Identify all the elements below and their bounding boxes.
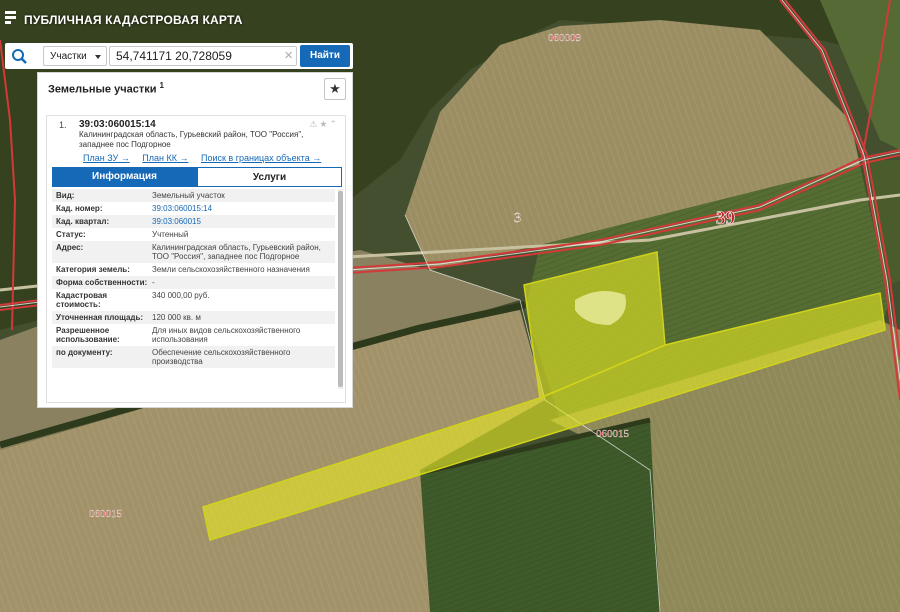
info-row-value: Обеспечение сельскохозяйственного произв… xyxy=(152,348,291,366)
search-in-bounds-link[interactable]: Поиск в границах объекта → xyxy=(201,153,321,163)
quarter-label-mid: 060015 xyxy=(596,428,630,440)
info-row-value: Учтенный xyxy=(152,230,189,239)
search-icon[interactable] xyxy=(5,43,35,69)
result-count: 1 xyxy=(159,81,164,90)
info-row-key: по документу: xyxy=(56,348,113,357)
info-row: Уточненная площадь: 120 000 кв. м xyxy=(52,311,335,324)
parcel-links: План ЗУ → План КК → Поиск в границах объ… xyxy=(83,153,331,163)
info-row-value: - xyxy=(152,278,155,287)
district-label: 3 xyxy=(514,211,521,226)
quarter-label-left: 060015 xyxy=(89,508,123,520)
top-bar: ПУБЛИЧНАЯ КАДАСТРОВАЯ КАРТА xyxy=(0,0,900,38)
info-row-value: Земельный участок xyxy=(152,191,225,200)
info-row-value: 340 000,00 руб. xyxy=(152,291,210,300)
star-outline-icon: ★ xyxy=(319,119,330,129)
info-row-key: Категория земель: xyxy=(56,265,130,274)
search-input[interactable] xyxy=(109,46,297,66)
info-row-value[interactable]: 39:03:060015:14 xyxy=(152,204,335,213)
info-row-key: Вид: xyxy=(56,191,75,200)
info-row-key: Уточненная площадь: xyxy=(56,313,144,322)
info-row-key: Кад. номер: xyxy=(56,204,103,213)
info-row: Адрес: Калининградская область, Гурьевски… xyxy=(52,241,335,263)
info-table: Вид: Земельный участок Кад. номер: 39:03:06… xyxy=(52,189,335,401)
info-row-key: Кад. квартал: xyxy=(56,217,110,226)
scrollbar-thumb[interactable] xyxy=(338,191,343,387)
tab-information[interactable]: Информация xyxy=(52,167,197,187)
clear-icon[interactable]: ✕ xyxy=(284,49,293,62)
results-panel: Земельные участки 1 ★ 1. 39:03:060015:14… xyxy=(37,72,353,408)
info-row: Кад. номер: 39:03:060015:14 xyxy=(52,202,335,215)
star-icon: ★ xyxy=(329,81,341,96)
app-title: ПУБЛИЧНАЯ КАДАСТРОВАЯ КАРТА xyxy=(24,13,243,27)
info-row: Разрешенное использование: Для иных видов… xyxy=(52,324,335,346)
plan-kk-link[interactable]: План КК → xyxy=(142,153,188,163)
parcel-card: 1. 39:03:060015:14 ⚠★⌃ Калининградская о… xyxy=(46,115,346,403)
card-action-icons[interactable]: ⚠★⌃ xyxy=(309,119,339,130)
info-row-key: Разрешенное использование: xyxy=(56,326,120,344)
info-row-value[interactable]: 39:03:060015 xyxy=(152,217,335,226)
panel-title: Земельные участки 1 xyxy=(48,81,164,96)
tab-services[interactable]: Услуги xyxy=(197,167,342,187)
info-row-key: Форма собственности: xyxy=(56,278,148,287)
favorite-star-button[interactable]: ★ xyxy=(324,78,346,100)
search-bar: Участки ✕ Найти xyxy=(5,43,353,69)
parcel-address: Калининградская область, Гурьевский райо… xyxy=(79,130,304,149)
info-row-value: Земли сельскохозяйственного назначения xyxy=(152,265,310,274)
info-row: по документу: Обеспечение сельскохозяйств… xyxy=(52,346,335,368)
info-tabs: Информация Услуги xyxy=(52,167,342,187)
info-row: Вид: Земельный участок xyxy=(52,189,335,202)
cadastral-id[interactable]: 39:03:060015:14 xyxy=(79,119,156,130)
info-row: Кадастровая стоимость: 340 000,00 руб. xyxy=(52,289,335,311)
info-row-key: Статус: xyxy=(56,230,86,239)
info-row-value: Калининградская область, Гурьевский райо… xyxy=(152,243,321,261)
info-row: Статус: Учтенный xyxy=(52,228,335,241)
logo-icon xyxy=(5,11,16,25)
info-row: Форма собственности: - xyxy=(52,276,335,289)
chevron-down-icon xyxy=(95,55,101,59)
find-button[interactable]: Найти xyxy=(300,45,350,67)
info-row-key: Адрес: xyxy=(56,243,84,252)
search-type-select[interactable]: Участки xyxy=(43,46,107,66)
plan-zu-link[interactable]: План ЗУ → xyxy=(83,153,130,163)
info-row-value: Для иных видов сельскохозяйственного исп… xyxy=(152,326,301,344)
warning-icon: ⚠ xyxy=(309,119,320,129)
info-scrollbar[interactable] xyxy=(338,189,343,389)
collapse-icon: ⌃ xyxy=(329,119,339,129)
info-row-value: 120 000 кв. м xyxy=(152,313,201,322)
info-row-key: Кадастровая стоимость: xyxy=(56,291,108,309)
info-row: Категория земель: Земли сельскохозяйствен… xyxy=(52,263,335,276)
info-row: Кад. квартал: 39:03:060015 xyxy=(52,215,335,228)
region-label: 39 xyxy=(716,208,735,229)
item-index: 1. xyxy=(59,120,67,130)
search-type-label: Участки xyxy=(50,51,87,62)
